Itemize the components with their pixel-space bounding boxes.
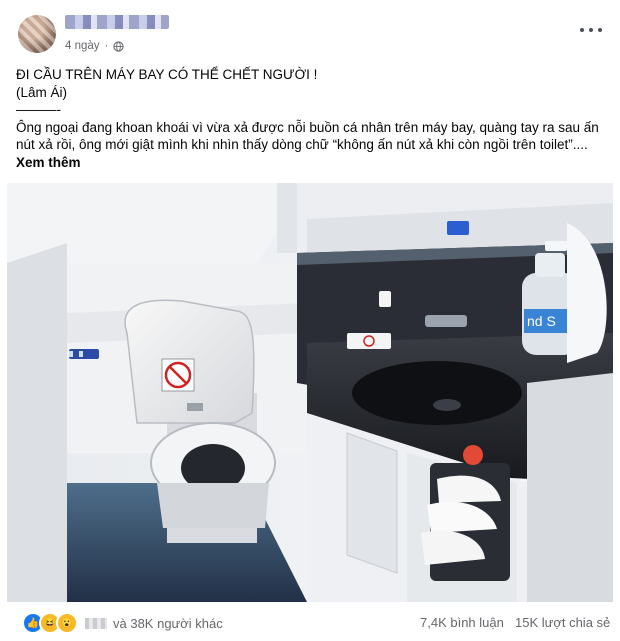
post-body-line-1: Ông ngoại đang khoan khoái vì vừa xả đượ… — [16, 119, 599, 135]
post-photo[interactable]: nd S — [7, 183, 613, 602]
author-name-blurred[interactable] — [65, 15, 169, 29]
reactor-name-blurred — [85, 617, 107, 629]
reactions-summary[interactable]: 👍 😆 😮 và 38K người khác — [22, 612, 223, 634]
globe-icon — [113, 40, 125, 52]
more-options-icon[interactable] — [580, 24, 602, 36]
soap-label: nd S — [527, 313, 556, 329]
post-title: ĐI CẦU TRÊN MÁY BAY CÓ THỂ CHẾT NGƯỜI ! — [16, 67, 318, 82]
share-count[interactable]: 15K lượt chia sẻ — [515, 615, 610, 630]
post-header: 4 ngày · — [0, 0, 620, 62]
comment-count[interactable]: 7,4K bình luận — [420, 615, 504, 630]
see-more-link[interactable]: Xem thêm — [16, 154, 606, 172]
facebook-post: 4 ngày · ĐI CẦU TRÊN MÁY BAY CÓ THỂ CHẾT… — [0, 0, 620, 641]
separator-dot: · — [104, 40, 109, 52]
avatar[interactable] — [18, 15, 56, 53]
post-timestamp[interactable]: 4 ngày — [65, 40, 100, 52]
wow-icon: 😮 — [56, 612, 78, 634]
post-footer: 👍 😆 😮 và 38K người khác 7,4K bình luận 1… — [0, 603, 620, 641]
avatar-blur — [18, 15, 56, 53]
post-author-credit: (Lâm Ái) — [16, 84, 68, 100]
reaction-count[interactable]: và 38K người khác — [113, 616, 223, 631]
post-text: ĐI CẦU TRÊN MÁY BAY CÓ THỂ CHẾT NGƯỜI ! … — [16, 66, 606, 171]
post-divider: ———- — [16, 102, 61, 117]
post-body-line-2: nút xả rồi, ông mới giật mình khi nhìn t… — [16, 137, 588, 152]
post-meta: 4 ngày · — [65, 38, 125, 54]
airplane-lavatory-image: nd S — [7, 183, 613, 602]
